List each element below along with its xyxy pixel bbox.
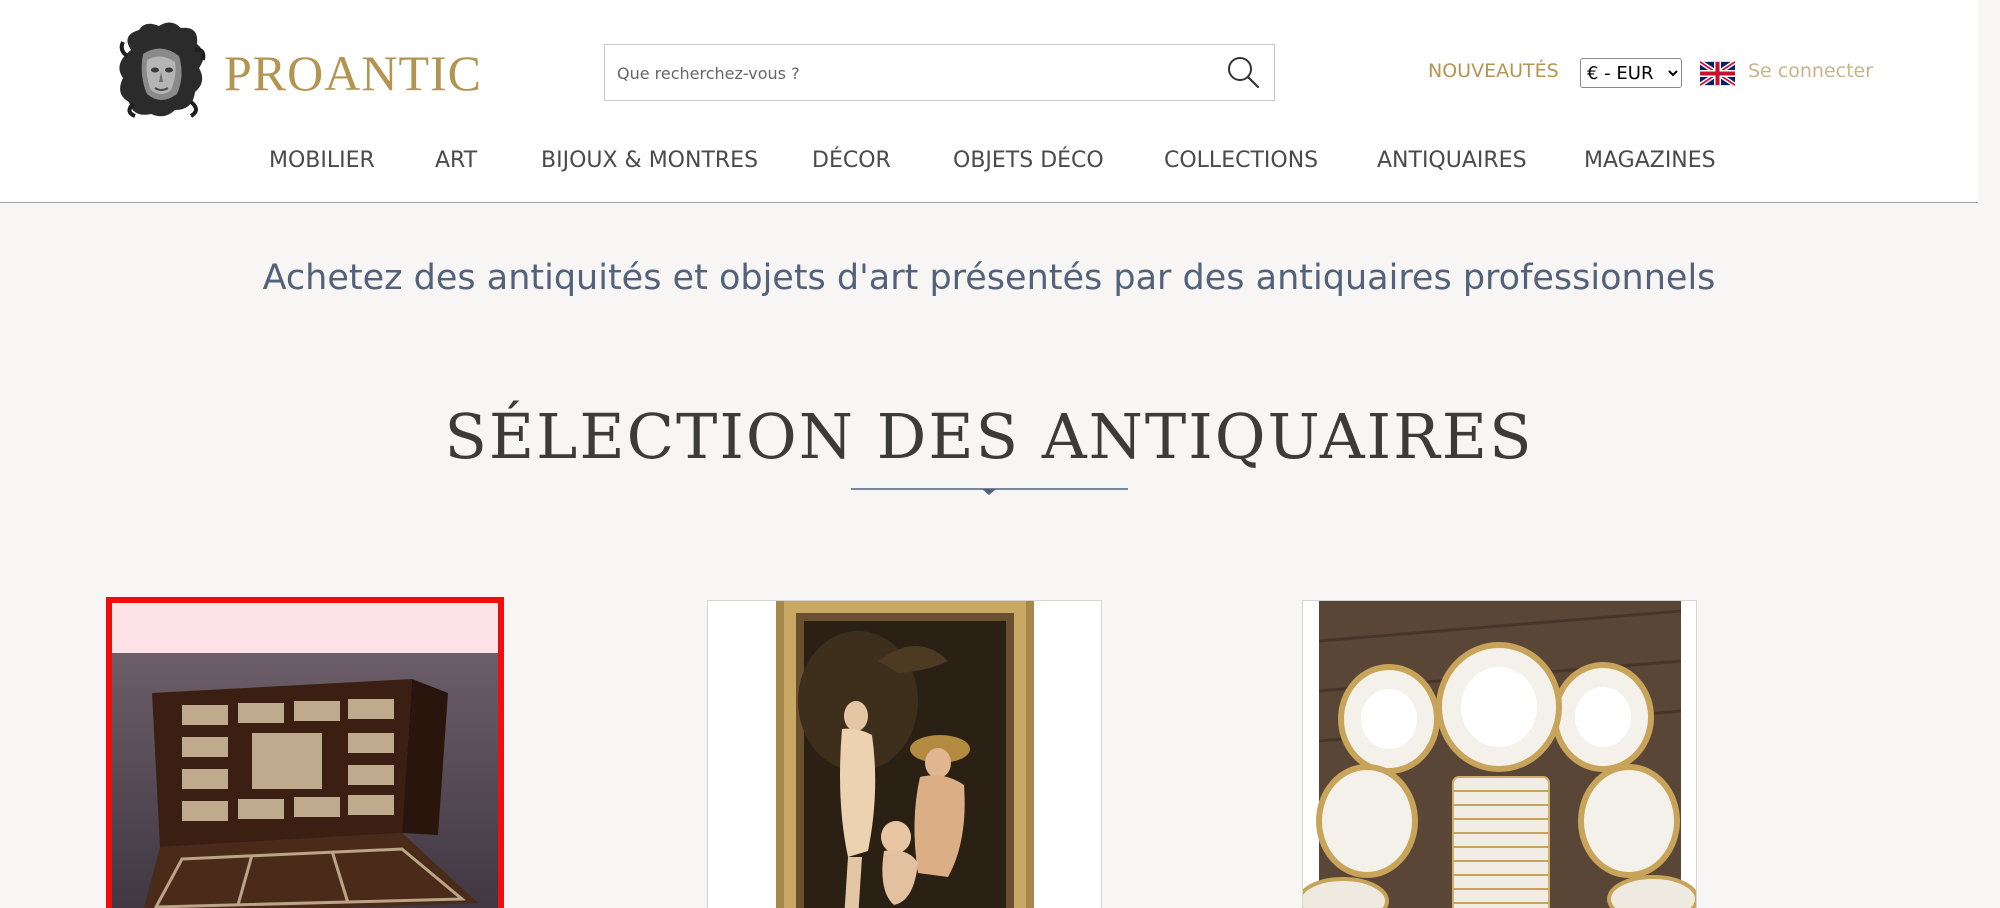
page: PROANTIC NOUVEAUTÉS € - EUR Se connecter… — [0, 0, 1978, 908]
card-highlight-band — [112, 603, 498, 653]
search-icon[interactable] — [1224, 53, 1262, 91]
product-card[interactable] — [1302, 600, 1697, 908]
search-box — [604, 44, 1275, 101]
page-tagline: Achetez des antiquités et objets d'art p… — [262, 258, 1716, 298]
product-card[interactable] — [106, 597, 504, 908]
uk-flag-icon[interactable] — [1700, 61, 1735, 86]
product-card[interactable] — [707, 600, 1102, 908]
main-nav: MOBILIER ART BIJOUX & MONTRES DÉCOR OBJE… — [0, 148, 1978, 178]
nav-item-collections[interactable]: COLLECTIONS — [1164, 148, 1318, 173]
login-link[interactable]: Se connecter — [1748, 60, 1873, 82]
brand-name[interactable]: PROANTIC — [224, 44, 482, 102]
site-header: PROANTIC NOUVEAUTÉS € - EUR Se connecter… — [0, 0, 1978, 203]
nav-item-art[interactable]: ART — [435, 148, 477, 173]
framed-painting-image — [708, 601, 1101, 908]
title-divider — [851, 488, 1128, 495]
nav-item-objets-deco[interactable]: OBJETS DÉCO — [953, 148, 1104, 173]
nav-item-mobilier[interactable]: MOBILIER — [269, 148, 375, 173]
nav-item-bijoux-montres[interactable]: BIJOUX & MONTRES — [541, 148, 758, 173]
porcelain-plates-image — [1303, 601, 1696, 908]
new-items-link[interactable]: NOUVEAUTÉS — [1428, 60, 1559, 82]
currency-select[interactable]: € - EUR — [1580, 58, 1682, 88]
nav-item-magazines[interactable]: MAGAZINES — [1584, 148, 1716, 173]
search-input[interactable] — [615, 45, 1199, 101]
nav-item-decor[interactable]: DÉCOR — [812, 148, 891, 173]
section-title: SÉLECTION DES ANTIQUAIRES — [444, 400, 1534, 473]
antique-cabinet-image — [112, 653, 498, 908]
medusa-head-logo[interactable] — [111, 20, 211, 122]
nav-item-antiquaires[interactable]: ANTIQUAIRES — [1377, 148, 1527, 173]
